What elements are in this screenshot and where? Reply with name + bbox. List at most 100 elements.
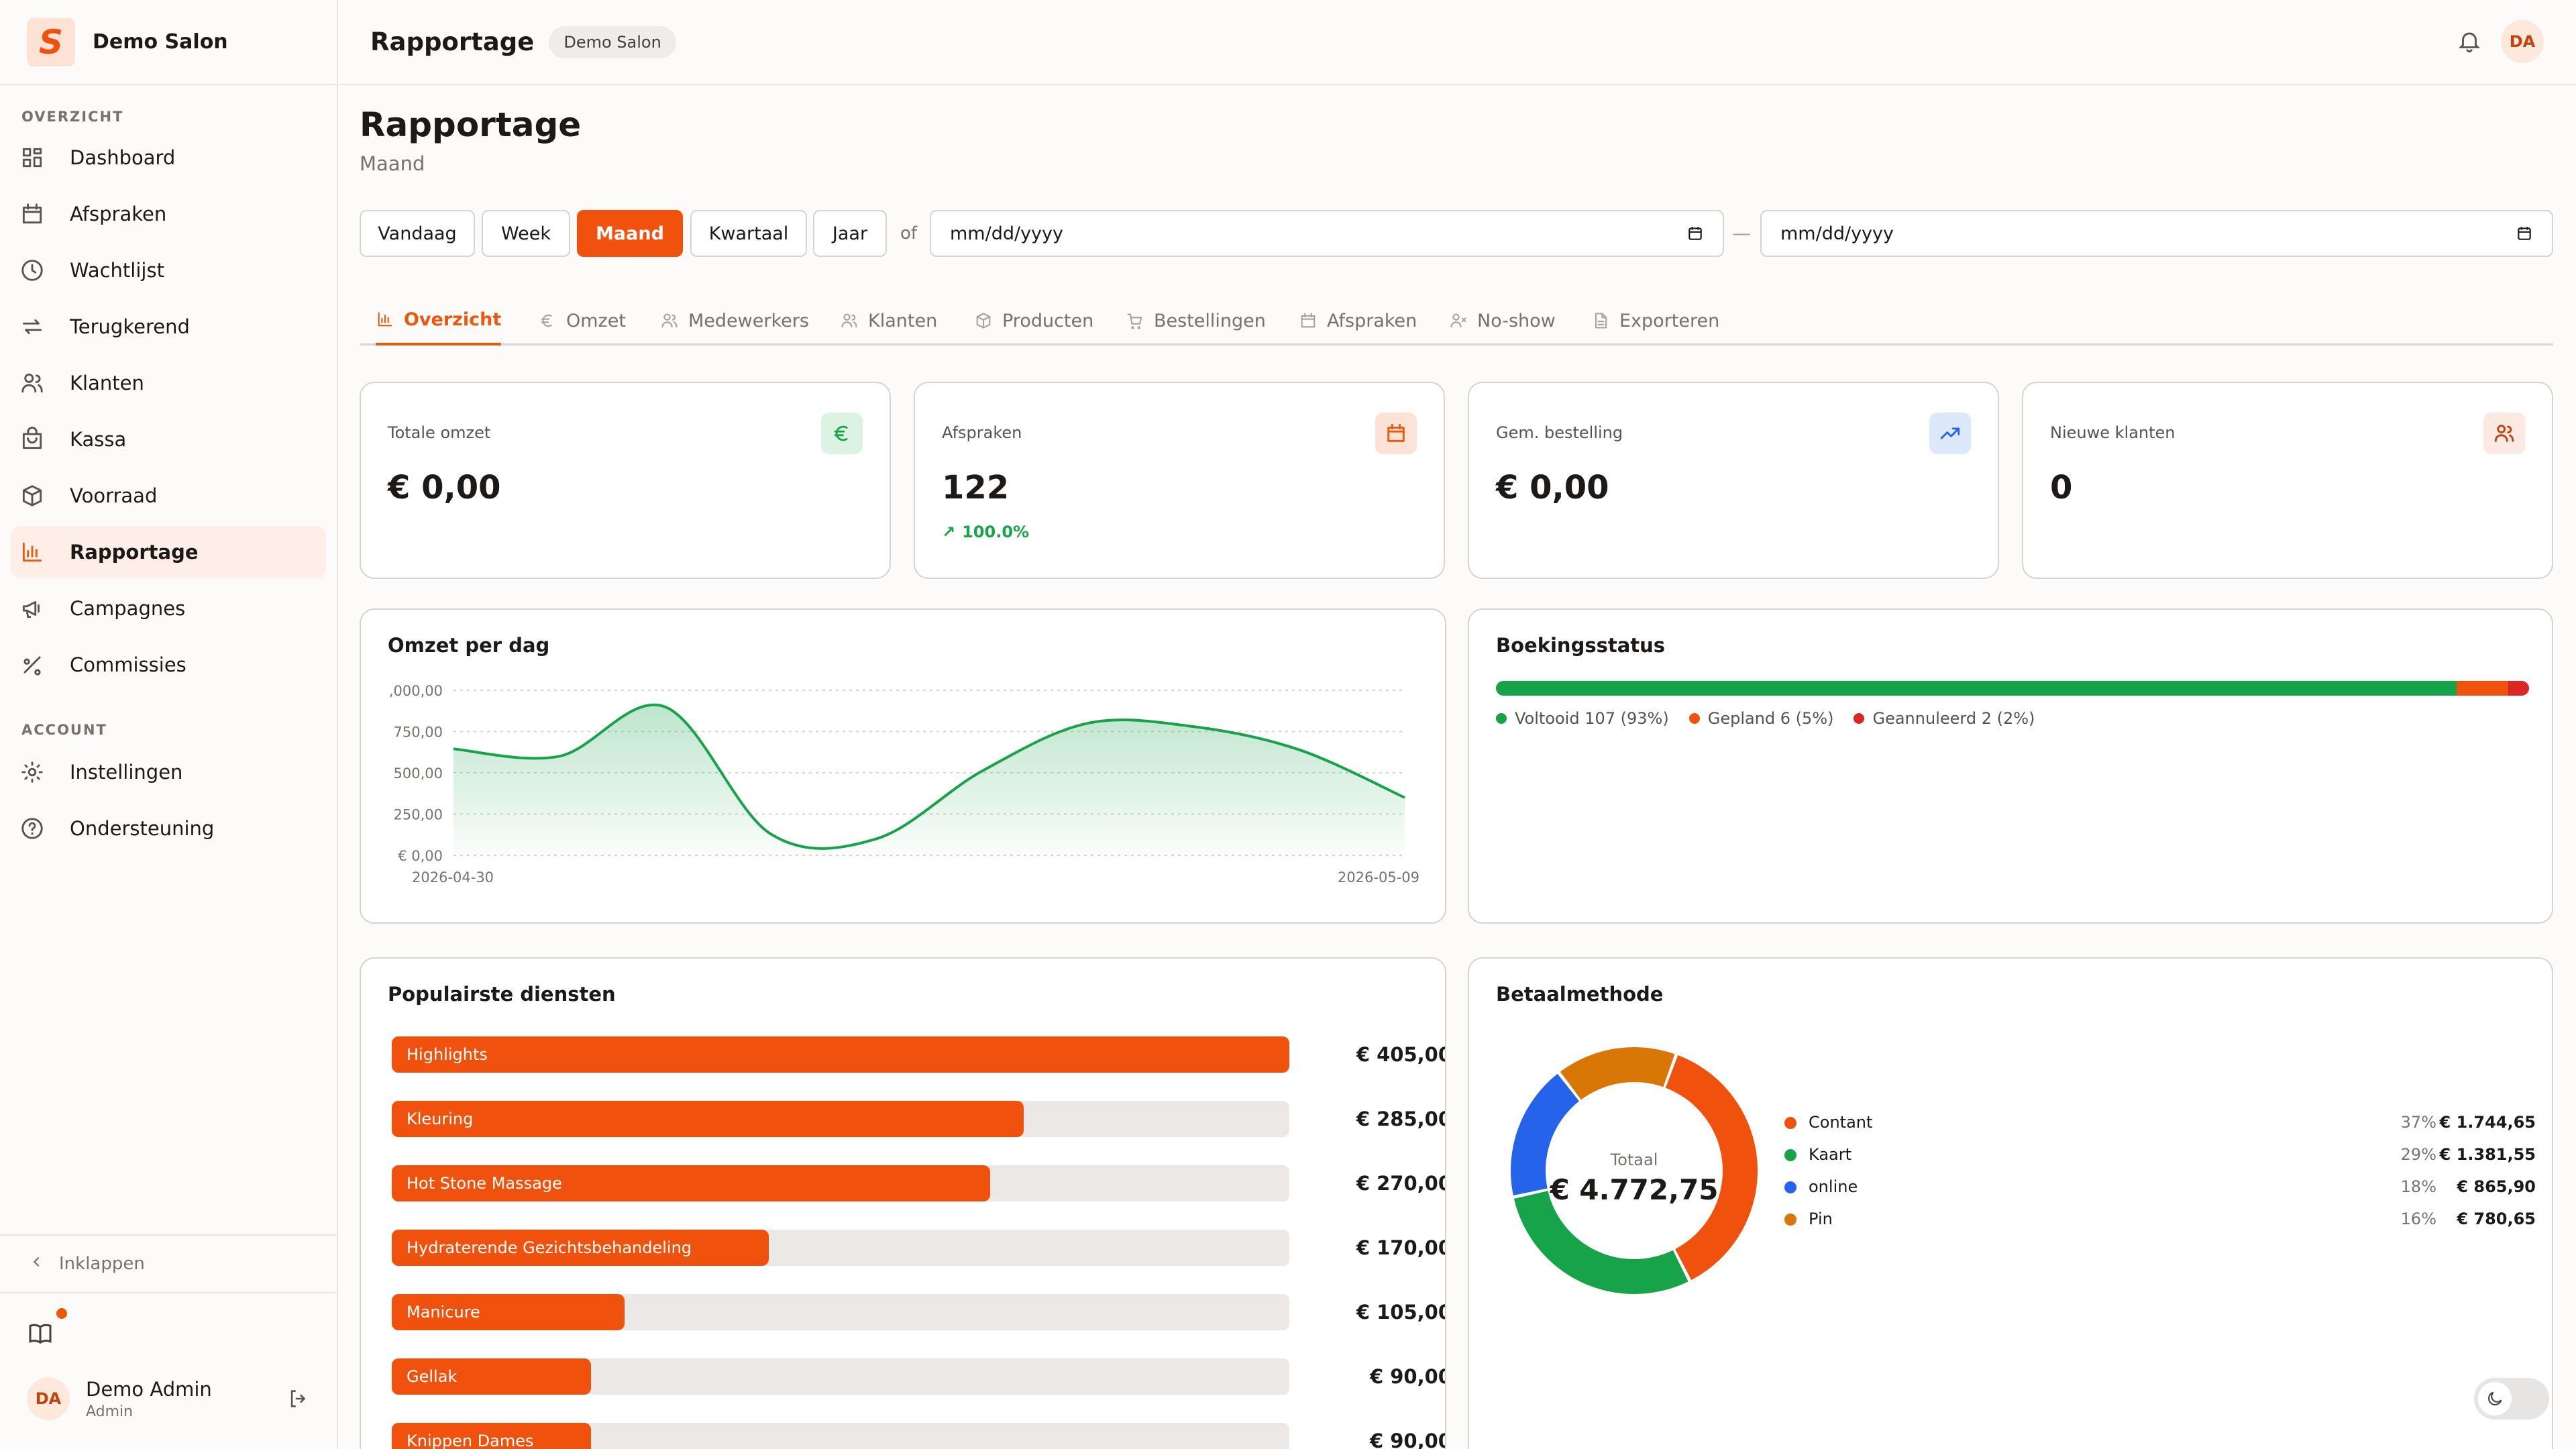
user-avatar: DA <box>27 1377 70 1420</box>
booking-segment <box>2457 681 2509 696</box>
sidebar-item-campagnes[interactable]: Campagnes <box>11 582 326 635</box>
tab-no-show[interactable]: No-show <box>1449 296 1556 345</box>
user-name: Demo Admin <box>86 1377 212 1401</box>
calendar-icon <box>19 201 46 227</box>
sidebar-item-commissies[interactable]: Commissies <box>11 639 326 691</box>
sidebar: S Demo Salon OVERZICHT Dashboard Afsprake… <box>0 0 338 1449</box>
book-icon[interactable] <box>27 1308 67 1350</box>
popular-services-card: Populairste diensten Highlights € 405,00 K… <box>360 957 1446 1449</box>
service-bar-track: Knippen Dames <box>392 1423 1289 1449</box>
sidebar-item-label: Ondersteuning <box>70 817 215 840</box>
trending-up-icon <box>1929 413 1971 454</box>
date-separator: — <box>1732 222 1751 244</box>
user-box[interactable]: DA Demo Admin Admin <box>0 1368 338 1429</box>
period-button-vandaag[interactable]: Vandaag <box>360 210 475 257</box>
payment-method-percent: 29% <box>2400 1145 2436 1164</box>
tab-label: Bestellingen <box>1154 310 1266 331</box>
page-subtitle: Maand <box>360 152 425 175</box>
sidebar-item-dashboard[interactable]: Dashboard <box>11 131 326 184</box>
service-value: € 170,00 <box>1356 1236 1446 1259</box>
period-button-maand[interactable]: Maand <box>577 210 683 257</box>
booking-legend-item: Voltooid 107 (93%) <box>1496 709 1669 728</box>
sidebar-item-rapportage[interactable]: Rapportage <box>11 526 326 578</box>
euro-icon <box>821 413 863 454</box>
y-tick-label: € 0,00 <box>398 848 443 864</box>
collapse-sidebar-button[interactable]: Inklappen <box>0 1234 338 1293</box>
period-button-jaar[interactable]: Jaar <box>813 210 887 257</box>
percent-icon <box>19 651 46 678</box>
sidebar-item-wachtlijst[interactable]: Wachtlijst <box>11 244 326 297</box>
sidebar-item-label: Commissies <box>70 653 186 676</box>
brand-name: Demo Salon <box>93 30 228 54</box>
service-label: Gellak <box>407 1367 458 1386</box>
service-label: Knippen Dames <box>407 1432 534 1449</box>
period-button-week[interactable]: Week <box>482 210 570 257</box>
service-bar-track: Gellak <box>392 1358 1289 1395</box>
sidebar-item-afspraken[interactable]: Afspraken <box>11 188 326 240</box>
payment-method-name: Pin <box>1809 1210 1833 1228</box>
start-date-input[interactable]: mm/dd/yyyy <box>930 210 1724 257</box>
booking-status-bar <box>1496 681 2529 696</box>
tab-klanten[interactable]: Klanten <box>840 296 937 345</box>
service-value: € 405,00 <box>1356 1043 1446 1066</box>
tab-bestellingen[interactable]: Bestellingen <box>1126 296 1266 345</box>
brand[interactable]: S Demo Salon <box>0 0 337 85</box>
file-icon <box>1591 311 1610 330</box>
sidebar-item-klanten[interactable]: Klanten <box>11 357 326 409</box>
legend-dot <box>1854 713 1865 724</box>
tab-label: Producten <box>1002 310 1094 331</box>
service-value: € 90,00 <box>1369 1365 1446 1388</box>
tab-overzicht[interactable]: Overzicht <box>376 296 502 345</box>
tab-medewerkers[interactable]: Medewerkers <box>660 296 809 345</box>
bell-icon[interactable] <box>2457 28 2482 56</box>
donut-slice-pin <box>1560 1047 1675 1100</box>
brand-logo: S <box>27 17 75 66</box>
sidebar-item-ondersteuning[interactable]: Ondersteuning <box>11 802 326 855</box>
users-icon <box>660 311 679 330</box>
brand-logo-letter: S <box>38 22 63 62</box>
stat-delta: ↗ 100.0% <box>942 523 1029 541</box>
sidebar-item-instellingen[interactable]: Instellingen <box>11 746 326 798</box>
notification-dot <box>56 1308 67 1319</box>
sidebar-item-voorraad[interactable]: Voorraad <box>11 470 326 522</box>
tab-producten[interactable]: Producten <box>974 296 1093 345</box>
end-date-input[interactable]: mm/dd/yyyy <box>1760 210 2553 257</box>
revenue-area <box>453 704 1405 855</box>
stat-card-3: Nieuwe klanten 0 <box>2022 382 2553 579</box>
service-label: Kleuring <box>407 1110 474 1128</box>
payment-method-amount: € 1.744,65 <box>2439 1113 2536 1132</box>
sidebar-item-label: Klanten <box>70 372 144 394</box>
topbar-title: Rapportage <box>370 28 535 56</box>
payment-method-name: online <box>1809 1177 1858 1196</box>
booking-legend-item: Gepland 6 (5%) <box>1688 709 1833 728</box>
y-tick-label: 500,00 <box>394 765 443 782</box>
theme-toggle[interactable] <box>2474 1378 2549 1419</box>
sidebar-item-kassa[interactable]: Kassa <box>11 413 326 466</box>
tab-label: Afspraken <box>1327 310 1417 331</box>
booking-legend-label: Geannuleerd 2 (2%) <box>1872 709 2035 728</box>
stat-delta-value: 100.0% <box>962 523 1030 541</box>
stat-value: 0 <box>2050 469 2073 506</box>
stat-value: € 0,00 <box>388 469 501 506</box>
user-x-icon <box>1449 311 1468 330</box>
service-value: € 285,00 <box>1356 1108 1446 1130</box>
period-button-kwartaal[interactable]: Kwartaal <box>690 210 807 257</box>
report-tabs: Overzicht Omzet Medewerkers Klanten Producte… <box>360 296 2553 345</box>
legend-dot <box>1784 1149 1796 1161</box>
x-tick-end: 2026-05-09 <box>1338 869 1419 885</box>
service-row: Highlights € 405,00 <box>392 1036 1446 1073</box>
y-tick-label: 750,00 <box>394 724 443 741</box>
tab-exporteren[interactable]: Exporteren <box>1591 296 1719 345</box>
topbar-avatar[interactable]: DA <box>2501 20 2544 63</box>
service-label: Highlights <box>407 1045 488 1064</box>
logout-icon[interactable] <box>287 1387 310 1413</box>
sidebar-item-terugkerend[interactable]: Terugkerend <box>11 301 326 353</box>
service-bar <box>392 1101 1024 1137</box>
tab-omzet[interactable]: Omzet <box>538 296 626 345</box>
tab-label: No-show <box>1477 310 1556 331</box>
payment-method-percent: 18% <box>2400 1177 2436 1196</box>
service-row: Manicure € 105,00 <box>392 1294 1445 1330</box>
y-tick-label: 250,00 <box>394 807 443 823</box>
tab-afspraken[interactable]: Afspraken <box>1299 296 1417 345</box>
payment-legend-row: Kaart 29% € 1.381,55 <box>1784 1140 2536 1172</box>
